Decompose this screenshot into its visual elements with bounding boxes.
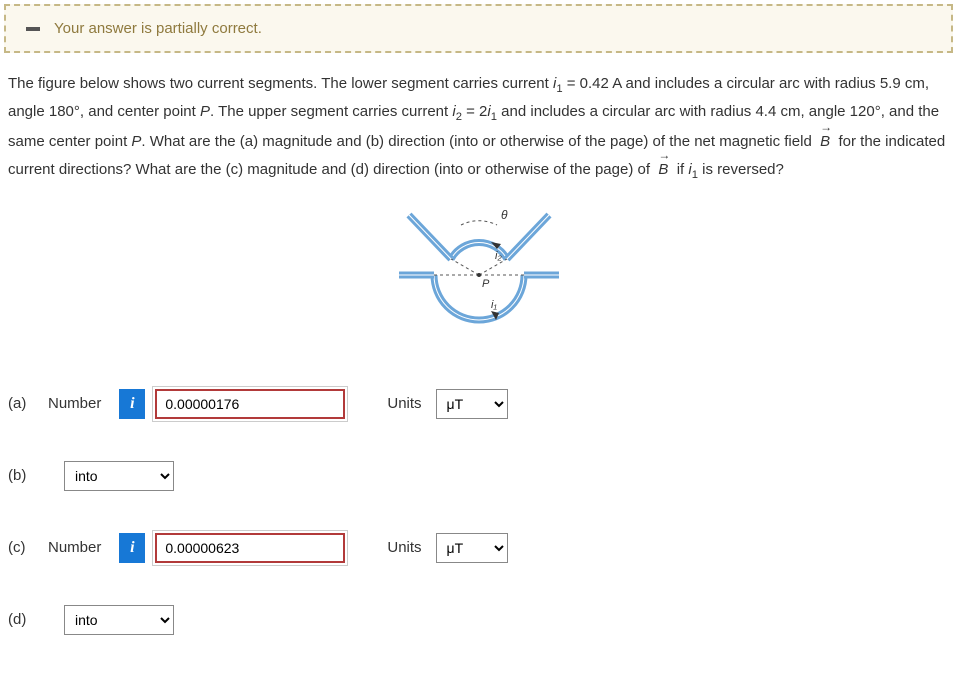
unit-select-c[interactable]: μT [436,533,508,563]
b-vector: B [820,127,830,155]
part-label-d: (d) [8,611,38,628]
info-icon[interactable]: i [119,533,145,563]
figure: θ i₂ P i₁ [4,195,953,359]
feedback-text: Your answer is partially correct. [54,20,262,37]
units-label: Units [387,539,421,556]
feedback-banner: Your answer is partially correct. [4,4,953,53]
p-label: P [482,278,490,290]
direction-select-b[interactable]: into [64,461,174,491]
i1-label: i₁ [491,299,497,311]
question-text: The figure below shows two current segme… [4,71,953,185]
answer-row-a: (a) Number i Units μT [8,389,949,419]
number-input-a[interactable] [155,389,345,419]
b-vector: B [658,155,668,183]
answer-row-d: (d) into [8,605,949,635]
answer-row-b: (b) into [8,461,949,491]
unit-select-a[interactable]: μT [436,389,508,419]
current-segments-diagram: θ i₂ P i₁ [379,195,579,355]
part-label-c: (c) [8,539,38,556]
number-label: Number [48,539,101,556]
part-label-b: (b) [8,467,38,484]
number-label: Number [48,395,101,412]
answers-section: (a) Number i Units μT (b) into (c) Numbe… [4,389,953,635]
info-icon[interactable]: i [119,389,145,419]
number-input-c[interactable] [155,533,345,563]
theta-label: θ [501,208,508,222]
i2-label: i₂ [495,250,502,262]
part-label-a: (a) [8,395,38,412]
units-label: Units [387,395,421,412]
direction-select-d[interactable]: into [64,605,174,635]
minus-icon [26,27,40,31]
answer-row-c: (c) Number i Units μT [8,533,949,563]
